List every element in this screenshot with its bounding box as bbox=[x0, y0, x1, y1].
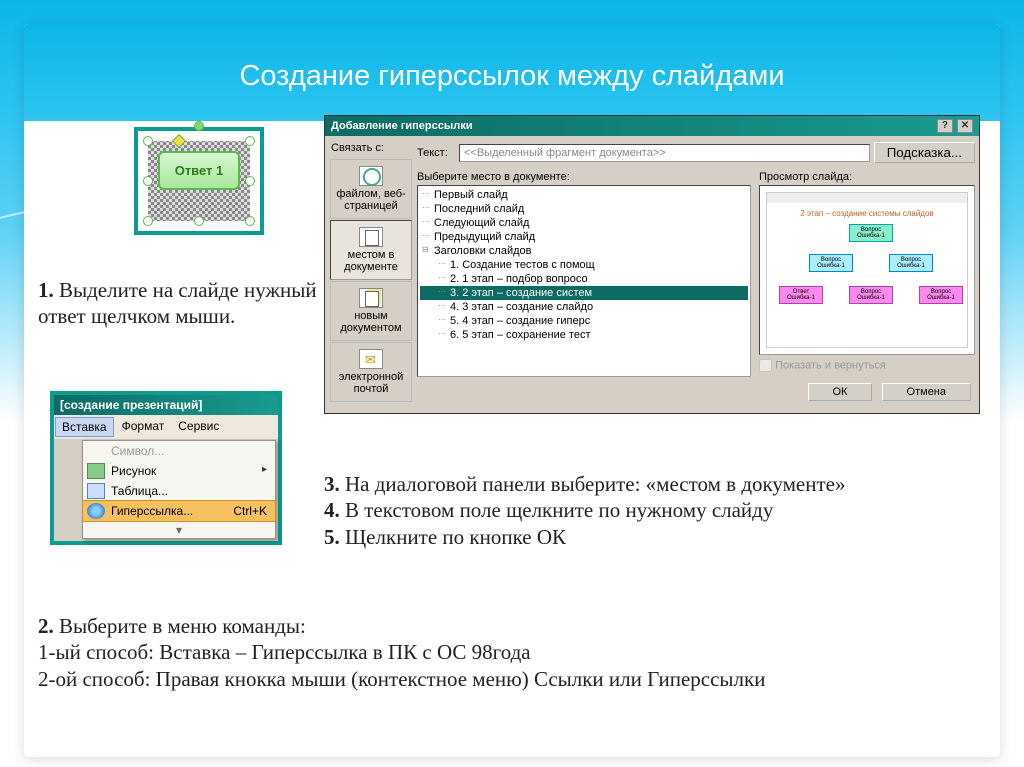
menu-dropdown: Символ... Рисунок▸ Таблица... Гиперссылк… bbox=[82, 440, 276, 539]
tree-item[interactable]: 5. 4 этап – создание гиперс bbox=[420, 314, 748, 328]
preview-slide-title: 2 этап – создание системы слайдов bbox=[771, 197, 963, 224]
document-icon bbox=[359, 227, 383, 247]
menu-bar: Вставка Формат Сервис bbox=[54, 415, 278, 440]
new-doc-icon bbox=[359, 288, 383, 308]
link-to-sidebar: Связать с: файлом, веб-страницей местом … bbox=[329, 140, 413, 409]
ok-button[interactable]: ОК bbox=[808, 383, 873, 401]
adjust-handle[interactable] bbox=[171, 134, 185, 148]
tree-item[interactable]: Следующий слайд bbox=[420, 216, 748, 230]
hint-button[interactable]: Подсказка... bbox=[874, 142, 975, 163]
menu-item-picture[interactable]: Рисунок▸ bbox=[83, 461, 275, 481]
tree-item-headers[interactable]: Заголовки слайдов bbox=[420, 244, 748, 258]
text-input[interactable]: <<Выделенный фрагмент документа>> bbox=[459, 144, 870, 162]
help-button[interactable]: ? bbox=[937, 119, 953, 133]
tree-item[interactable]: Последний слайд bbox=[420, 202, 748, 216]
resize-handle[interactable] bbox=[245, 136, 255, 146]
preview-diagram: Вопрос Ошибка-1 Вопрос Ошибка-1 Вопрос О… bbox=[771, 224, 963, 314]
tree-item[interactable]: Предыдущий слайд bbox=[420, 230, 748, 244]
slide-frame: Создание гиперссылок между слайдами Отве… bbox=[24, 24, 1000, 757]
tree-item[interactable]: Первый слайд bbox=[420, 188, 748, 202]
close-button[interactable]: ✕ bbox=[957, 119, 973, 133]
resize-handle[interactable] bbox=[245, 176, 255, 186]
tree-item[interactable]: 1. Создание тестов с помощ bbox=[420, 258, 748, 272]
menu-insert[interactable]: Вставка bbox=[55, 417, 114, 437]
menu-expand[interactable]: ▾ bbox=[83, 521, 275, 538]
picture-icon bbox=[87, 463, 105, 479]
steps-3-5-text: 3. На диалоговой панели выберите: «место… bbox=[324, 471, 984, 550]
tree-item[interactable]: 6. 5 этап – сохранение тест bbox=[420, 328, 748, 342]
table-icon bbox=[87, 483, 105, 499]
show-return-checkbox bbox=[759, 359, 772, 372]
dialog-title-text: Добавление гиперссылки bbox=[331, 120, 472, 132]
cancel-button[interactable]: Отмена bbox=[882, 383, 971, 401]
step-1-text: 1. Выделите на слайде нужный ответ щелчк… bbox=[38, 277, 328, 330]
slide-title: Создание гиперссылок между слайдами bbox=[24, 24, 1000, 121]
tree-item[interactable]: 4. 3 этап – создание слайдо bbox=[420, 300, 748, 314]
link-opt-email[interactable]: электронной почтой bbox=[330, 342, 412, 402]
menu-item-hyperlink[interactable]: Гиперссылка... Ctrl+K bbox=[82, 500, 276, 522]
menu-service[interactable]: Сервис bbox=[172, 417, 225, 437]
resize-handle[interactable] bbox=[143, 176, 153, 186]
document-tree[interactable]: Первый слайд Последний слайд Следующий с… bbox=[417, 185, 751, 377]
link-opt-new-doc[interactable]: новым документом bbox=[330, 281, 412, 341]
preview-label: Просмотр слайда: bbox=[759, 169, 975, 185]
menu-screenshot: [создание презентаций] Вставка Формат Се… bbox=[50, 391, 282, 545]
resize-handle[interactable] bbox=[143, 136, 153, 146]
slide-preview: 2 этап – создание системы слайдов Вопрос… bbox=[759, 185, 975, 355]
show-return-row: Показать и вернуться bbox=[759, 355, 975, 376]
resize-handle[interactable] bbox=[194, 216, 204, 226]
menu-item-table[interactable]: Таблица... bbox=[83, 481, 275, 501]
text-label: Текст: bbox=[417, 147, 455, 159]
resize-handle[interactable] bbox=[245, 216, 255, 226]
menu-item-symbol[interactable]: Символ... bbox=[83, 441, 275, 461]
menu-format[interactable]: Формат bbox=[116, 417, 171, 437]
link-opt-file-web[interactable]: файлом, веб-страницей bbox=[330, 159, 412, 219]
hyperlink-dialog: Добавление гиперссылки ? ✕ Связать с: фа… bbox=[324, 115, 980, 414]
dialog-titlebar[interactable]: Добавление гиперссылки ? ✕ bbox=[325, 116, 979, 136]
step-2-text: 2. Выберите в меню команды: 1-ый способ:… bbox=[38, 613, 988, 692]
link-opt-place-in-doc[interactable]: местом в документе bbox=[330, 220, 412, 280]
tree-item[interactable]: 2. 1 этап – подбор вопросо bbox=[420, 272, 748, 286]
window-title: [создание презентаций] bbox=[54, 395, 278, 415]
resize-handle[interactable] bbox=[143, 216, 153, 226]
hyperlink-icon bbox=[87, 503, 105, 519]
answer-selection-box: Ответ 1 bbox=[134, 127, 264, 235]
rotate-handle[interactable] bbox=[194, 121, 204, 131]
web-icon bbox=[359, 166, 383, 186]
link-with-label: Связать с: bbox=[329, 140, 413, 158]
choose-place-label: Выберите место в документе: bbox=[417, 169, 751, 185]
answer-button[interactable]: Ответ 1 bbox=[158, 151, 240, 190]
mail-icon bbox=[359, 349, 383, 369]
tree-item-selected[interactable]: 3. 2 этап – создание систем bbox=[420, 286, 748, 300]
